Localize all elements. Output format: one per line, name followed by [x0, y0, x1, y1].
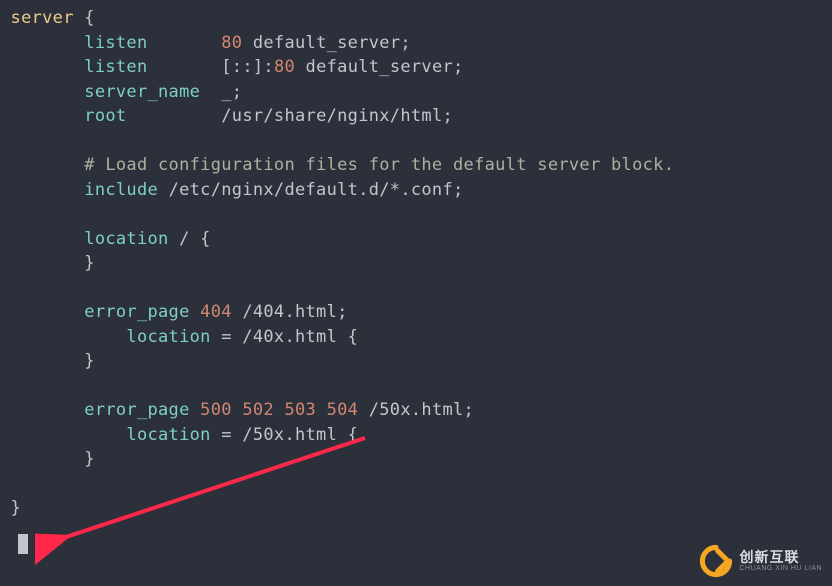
code-line: listen [::]:80 default_server; — [0, 57, 464, 77]
code-line — [0, 278, 11, 298]
code-line: error_page 404 /404.html; — [0, 302, 348, 322]
text-cursor — [18, 534, 28, 554]
watermark-en: CHUANG XIN HU LIAN — [739, 565, 822, 572]
code-editor[interactable]: server { listen 80 default_server; liste… — [0, 0, 832, 521]
watermark-logo-icon — [699, 544, 733, 578]
code-line: location / { — [0, 229, 211, 249]
watermark: 创新互联 CHUANG XIN HU LIAN — [699, 544, 822, 578]
code-line — [0, 474, 11, 494]
watermark-cn: 创新互联 — [739, 550, 822, 565]
code-line: location = /40x.html { — [0, 327, 358, 347]
code-line: } — [0, 498, 21, 518]
code-line — [0, 376, 11, 396]
code-line — [0, 131, 11, 151]
code-line: } — [0, 351, 95, 371]
code-line: location = /50x.html { — [0, 425, 358, 445]
code-line: server_name _; — [0, 82, 242, 102]
code-line: include /etc/nginx/default.d/*.conf; — [0, 180, 464, 200]
code-line — [0, 204, 11, 224]
code-line: root /usr/share/nginx/html; — [0, 106, 453, 126]
code-line: # Load configuration files for the defau… — [0, 155, 674, 175]
code-line: } — [0, 253, 95, 273]
code-line: server { — [0, 8, 95, 28]
code-line: listen 80 default_server; — [0, 33, 411, 53]
code-line: } — [0, 449, 95, 469]
code-line: error_page 500 502 503 504 /50x.html; — [0, 400, 474, 420]
